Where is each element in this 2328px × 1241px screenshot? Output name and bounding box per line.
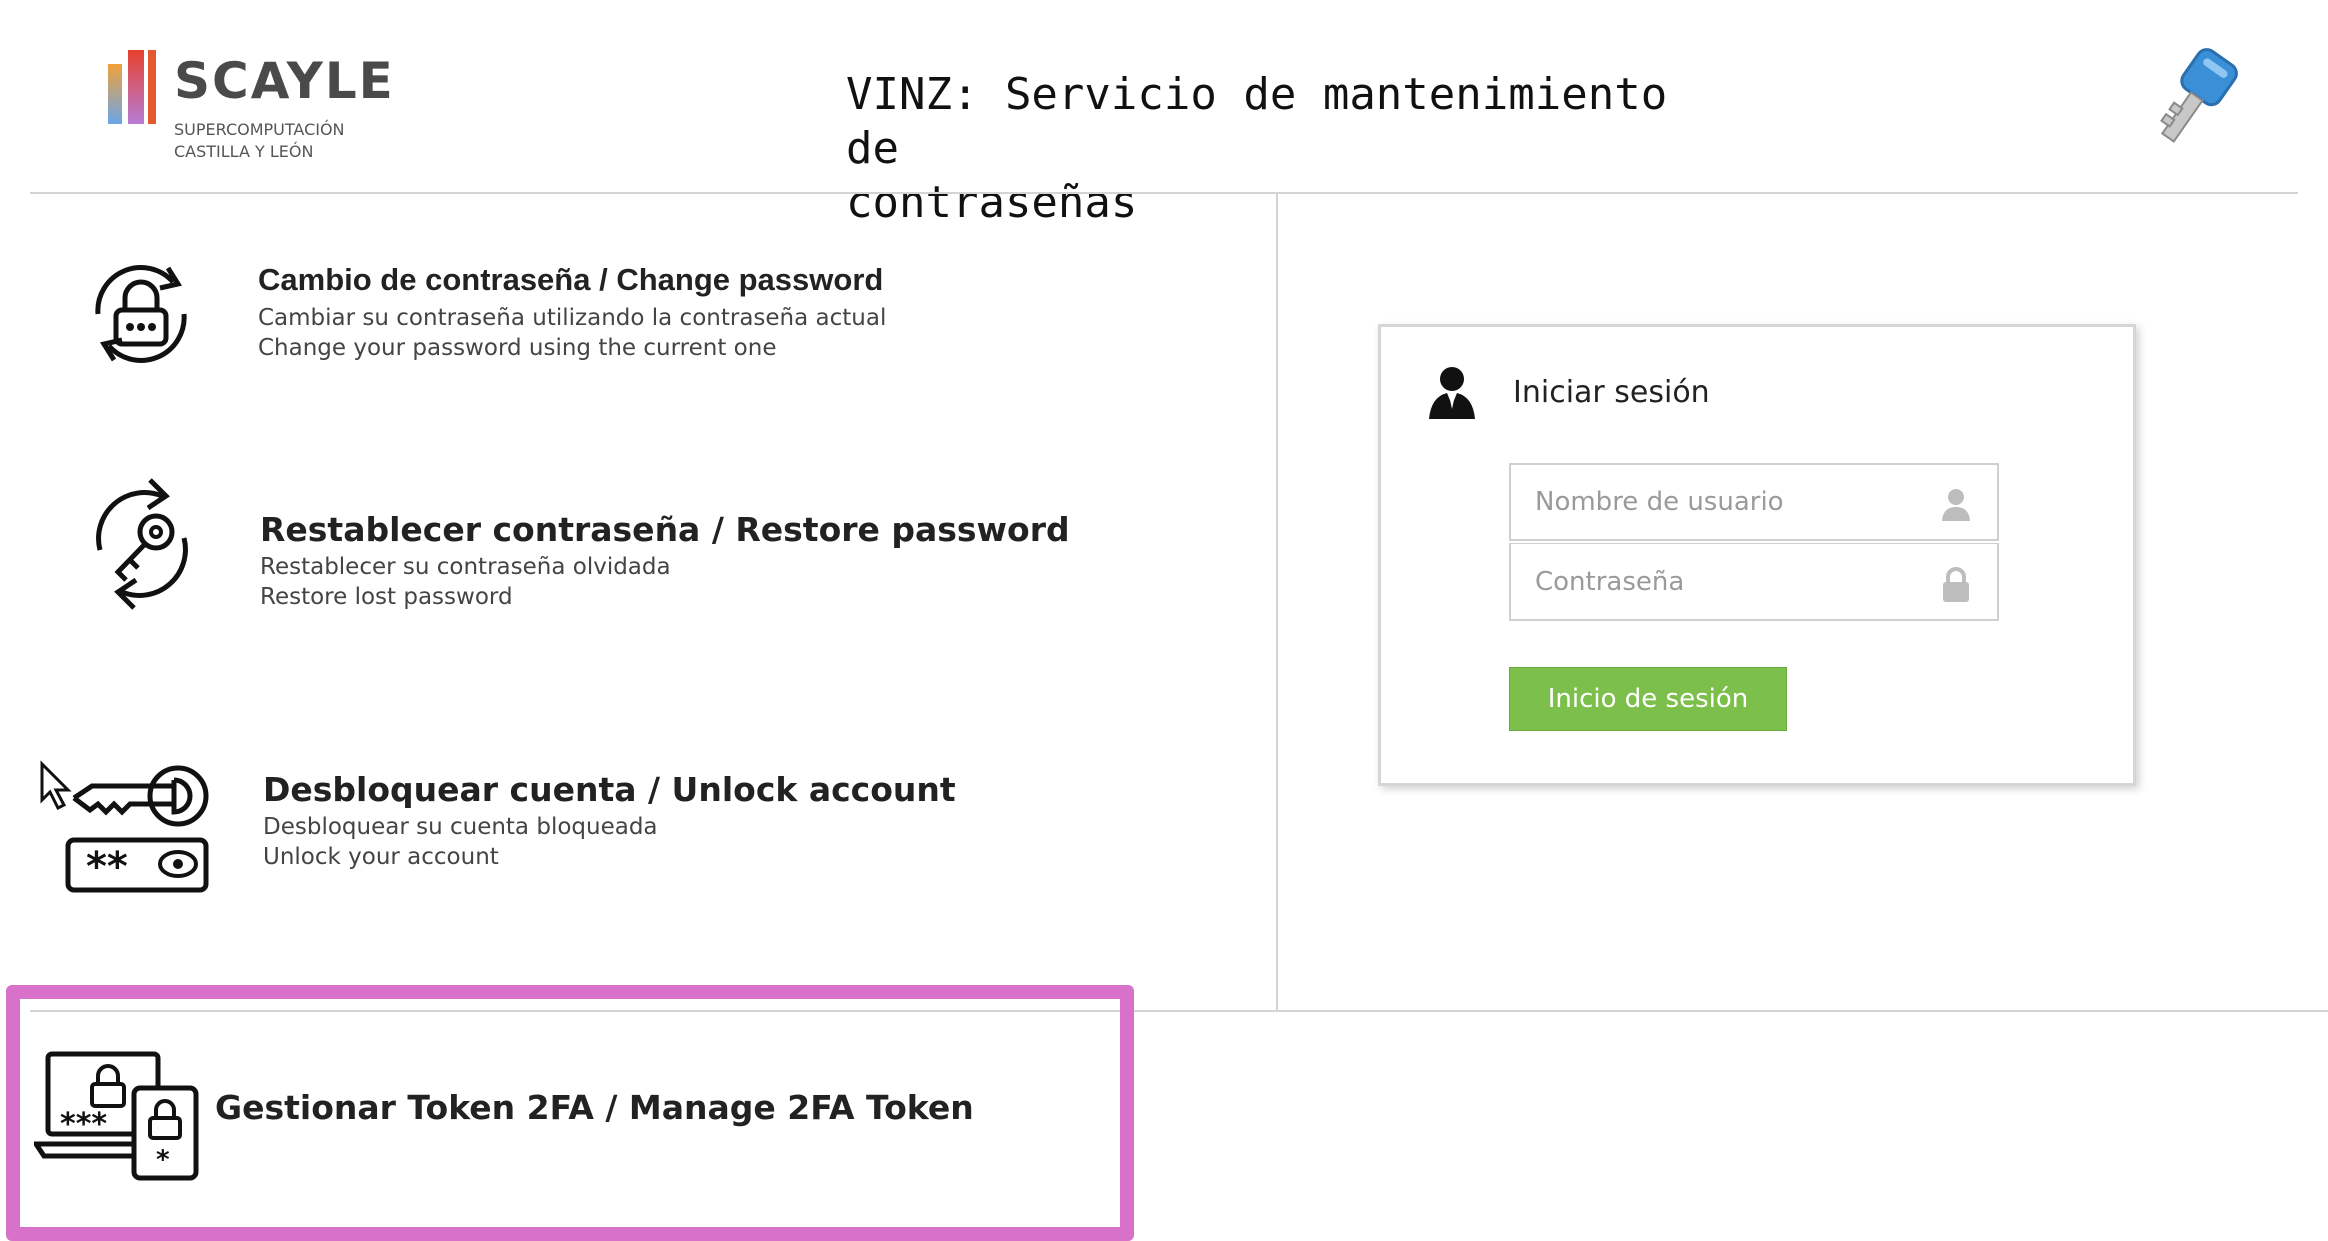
password-input[interactable] bbox=[1511, 544, 1931, 619]
page-title: VINZ: Servicio de mantenimiento de contr… bbox=[846, 68, 1746, 230]
menu-item-description-en: Unlock your account bbox=[263, 844, 499, 870]
scayle-logo-mark bbox=[108, 50, 156, 124]
menu-item-title[interactable]: Cambio de contraseña / Change password bbox=[258, 262, 883, 298]
lock-refresh-icon bbox=[95, 265, 187, 363]
page-title-line2: contraseñas bbox=[846, 177, 1138, 228]
scayle-logo: SCAYLE SUPERCOMPUTACIÓN CASTILLA Y LEÓN bbox=[100, 46, 400, 176]
page-title-line1: VINZ: Servicio de mantenimiento de bbox=[846, 69, 1668, 174]
username-input[interactable] bbox=[1511, 465, 1931, 539]
menu-item-title[interactable]: Restablecer contraseña / Restore passwor… bbox=[260, 510, 1070, 549]
column-divider bbox=[1276, 192, 1278, 1010]
logo-brand: SCAYLE bbox=[174, 52, 395, 110]
menu-item-title[interactable]: Desbloquear cuenta / Unlock account bbox=[263, 770, 956, 809]
lock-icon bbox=[1943, 567, 1969, 602]
login-title: Iniciar sesión bbox=[1513, 375, 1710, 410]
key-icon bbox=[2160, 48, 2238, 143]
user-icon bbox=[1429, 367, 1475, 419]
key-password-icon: ** bbox=[40, 760, 209, 893]
svg-text:**: ** bbox=[86, 844, 128, 890]
menu-item-description-en: Restore lost password bbox=[260, 584, 513, 610]
password-field[interactable] bbox=[1509, 543, 1999, 621]
logo-subtitle-region: CASTILLA Y LEÓN bbox=[174, 142, 314, 161]
username-field[interactable] bbox=[1509, 463, 1999, 541]
login-submit-button[interactable]: Inicio de sesión bbox=[1509, 667, 1787, 731]
user-icon bbox=[1942, 489, 1970, 521]
header-divider bbox=[30, 192, 2298, 194]
key-refresh-icon bbox=[96, 478, 188, 610]
highlight-annotation-box bbox=[6, 985, 1134, 1241]
menu-item-description-es: Desbloquear su cuenta bloqueada bbox=[263, 814, 658, 840]
menu-item-description-es: Cambiar su contraseña utilizando la cont… bbox=[258, 305, 887, 331]
menu-item-description-en: Change your password using the current o… bbox=[258, 335, 777, 361]
login-panel: Iniciar sesión Inicio de sesión bbox=[1378, 324, 2136, 786]
menu-item-description-es: Restablecer su contraseña olvidada bbox=[260, 554, 671, 580]
logo-subtitle: SUPERCOMPUTACIÓN bbox=[174, 120, 345, 139]
